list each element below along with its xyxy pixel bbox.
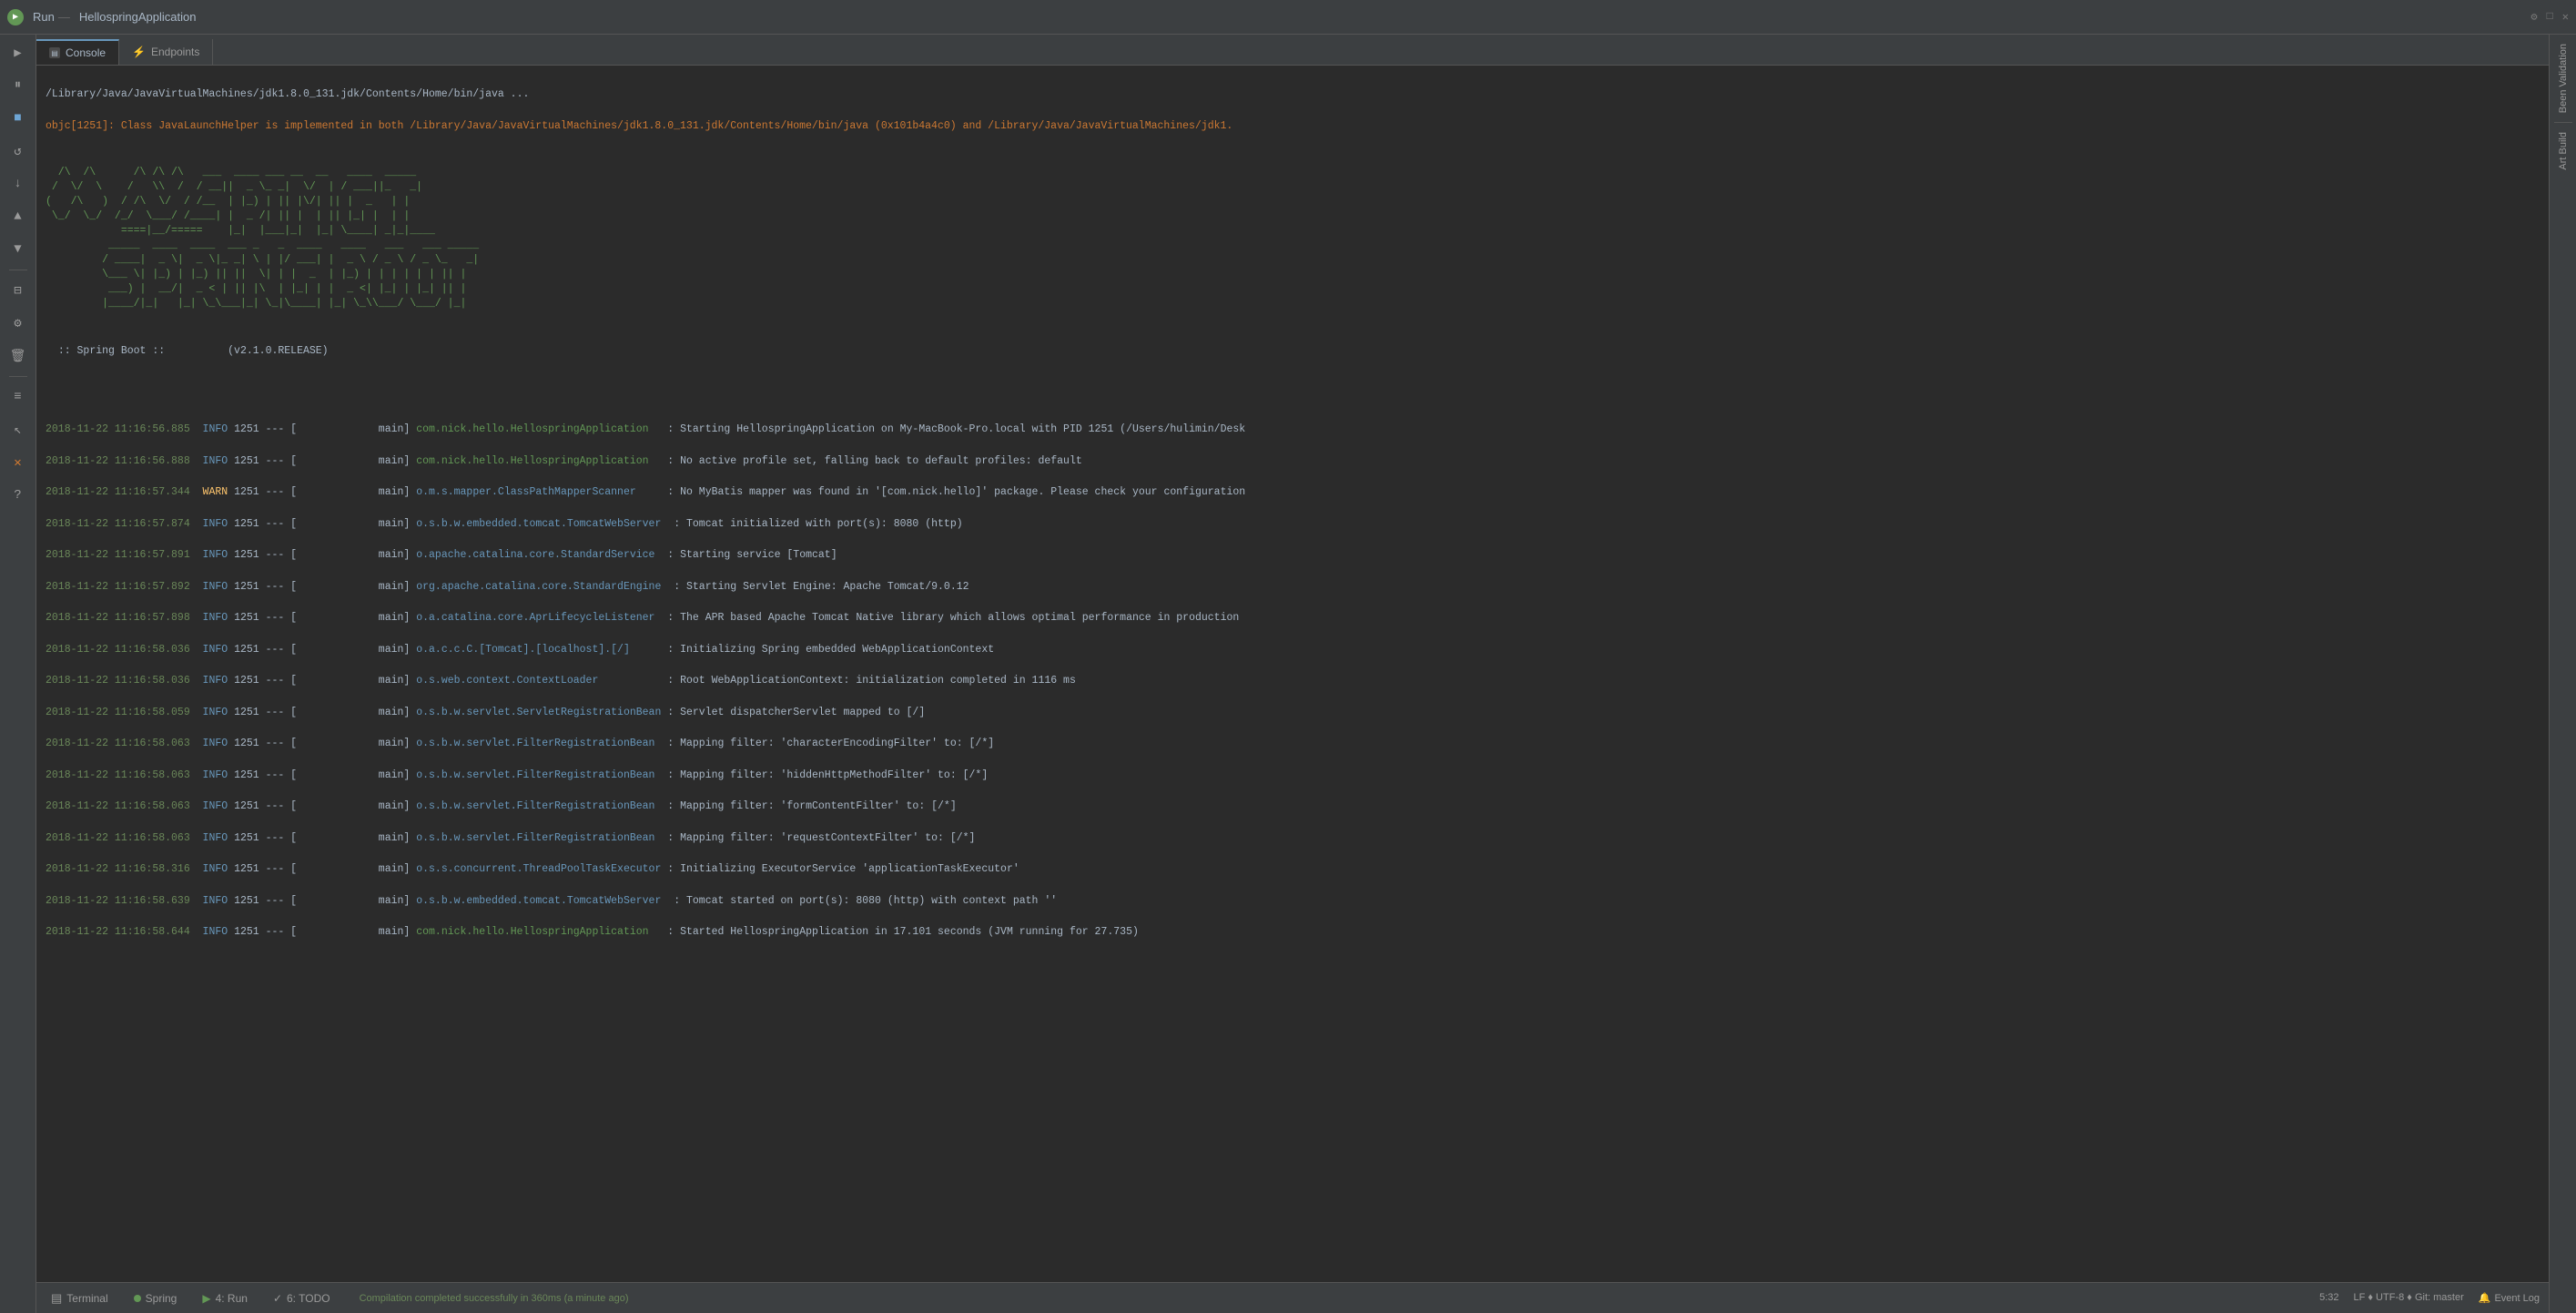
log-3: 2018-11-22 11:16:57.874 INFO 1251 --- [ … (46, 516, 2540, 532)
maximize-icon[interactable]: □ (2547, 10, 2553, 24)
sidebar-rerun-icon[interactable]: ↺ (4, 137, 33, 166)
tab-endpoints-label: Endpoints (151, 46, 199, 58)
log-6: 2018-11-22 11:16:57.898 INFO 1251 --- [ … (46, 610, 2540, 626)
console-icon: ▤ (49, 47, 60, 58)
app-icon: ▶ (7, 9, 24, 25)
status-text: Compilation completed successfully in 36… (360, 1293, 629, 1304)
log-12: 2018-11-22 11:16:58.063 INFO 1251 --- [ … (46, 799, 2540, 814)
terminal-tab[interactable]: ▤ Terminal (46, 1289, 114, 1308)
sidebar-clear-icon[interactable]: 🗑 (4, 341, 33, 371)
sidebar-up-icon[interactable]: ▲ (4, 202, 33, 231)
log-16: 2018-11-22 11:16:58.644 INFO 1251 --- [ … (46, 924, 2540, 940)
log-0: 2018-11-22 11:16:56.885 INFO 1251 --- [ … (46, 422, 2540, 437)
spring-boot-text: :: Spring Boot :: (58, 345, 165, 357)
run-play-icon: ▶ (202, 1292, 210, 1305)
run-tab[interactable]: ▶ 4: Run (197, 1290, 253, 1307)
minimize-icon[interactable]: ⚙ (2530, 10, 2537, 24)
log-14: 2018-11-22 11:16:58.316 INFO 1251 --- [ … (46, 861, 2540, 877)
spring-tab[interactable]: Spring (128, 1290, 183, 1307)
title-separator: — (58, 10, 70, 24)
log-9: 2018-11-22 11:16:58.059 INFO 1251 --- [ … (46, 705, 2540, 720)
terminal-label: Terminal (66, 1292, 107, 1305)
log-2: 2018-11-22 11:16:57.344 WARN 1251 --- [ … (46, 484, 2540, 500)
left-sidebar: ▶ ⏸ ■ ↺ ↓ ▲ ▼ ⊟ ⚙ 🗑 ≡ ↖ ✕ ? (0, 35, 36, 1313)
event-log-label: Event Log (2494, 1293, 2540, 1304)
sidebar-pause-icon[interactable]: ⏸ (4, 71, 33, 100)
bottom-bar: ▤ Terminal Spring ▶ 4: Run ✓ 6: TODO Com… (36, 1282, 2549, 1313)
todo-icon: ✓ (273, 1292, 282, 1305)
log-4: 2018-11-22 11:16:57.891 INFO 1251 --- [ … (46, 547, 2540, 563)
log-8: 2018-11-22 11:16:58.036 INFO 1251 --- [ … (46, 673, 2540, 688)
app-name: HellospringApplication (79, 10, 197, 24)
log-7: 2018-11-22 11:16:58.036 INFO 1251 --- [ … (46, 642, 2540, 657)
terminal-icon: ▤ (51, 1291, 62, 1306)
left-divider2 (9, 376, 27, 377)
sidebar-question-icon[interactable]: ? (4, 481, 33, 510)
todo-label: 6: TODO (287, 1292, 330, 1305)
event-log-button[interactable]: 🔔 Event Log (2479, 1292, 2540, 1304)
right-sidebar-validation[interactable]: Been Validation (2558, 38, 2569, 118)
header-line2: objc[1251]: Class JavaLaunchHelper is im… (46, 118, 2540, 134)
content-area: ▤ Console ⚡ Endpoints /Library/Java/Java… (36, 35, 2549, 1313)
app-title: Run (33, 10, 55, 24)
bottom-right: 5:32 LF ♦ UTF-8 ♦ Git: master 🔔 Event Lo… (2319, 1292, 2540, 1304)
tab-endpoints[interactable]: ⚡ Endpoints (119, 39, 213, 65)
bell-icon: 🔔 (2479, 1292, 2491, 1304)
tabs-bar: ▤ Console ⚡ Endpoints (36, 35, 2549, 66)
top-bar-right: ⚙ □ ✕ (2530, 10, 2569, 24)
git-info: LF ♦ UTF-8 ♦ Git: master (2354, 1292, 2464, 1304)
log-10: 2018-11-22 11:16:58.063 INFO 1251 --- [ … (46, 736, 2540, 751)
todo-tab[interactable]: ✓ 6: TODO (268, 1290, 336, 1307)
sidebar-down-icon[interactable]: ▼ (4, 235, 33, 264)
sidebar-cursor-icon[interactable]: ↖ (4, 415, 33, 444)
top-bar: ▶ Run — HellospringApplication ⚙ □ ✕ (0, 0, 2576, 35)
right-sidebar: Been Validation Art Build (2549, 35, 2576, 1313)
header-line1: /Library/Java/JavaVirtualMachines/jdk1.8… (46, 87, 2540, 102)
spring-version: (v2.1.0.RELEASE) (228, 345, 328, 357)
log-5: 2018-11-22 11:16:57.892 INFO 1251 --- [ … (46, 579, 2540, 595)
tab-console-label: Console (66, 46, 106, 59)
sidebar-filter-icon[interactable]: ⊟ (4, 276, 33, 305)
console-output[interactable]: /Library/Java/JavaVirtualMachines/jdk1.8… (36, 66, 2549, 1282)
sidebar-list-icon[interactable]: ≡ (4, 382, 33, 412)
right-divider (2554, 122, 2572, 123)
time-display: 5:32 (2319, 1292, 2338, 1304)
log-15: 2018-11-22 11:16:58.639 INFO 1251 --- [ … (46, 893, 2540, 909)
sidebar-close-icon[interactable]: ✕ (4, 448, 33, 477)
spring-ascii-art: /\ /\ /\ /\ /\ ___ ____ ___ __ __ ____ _… (46, 166, 2540, 312)
spring-boot-label: :: Spring Boot :: (v2.1.0.RELEASE) (46, 343, 2540, 359)
log-11: 2018-11-22 11:16:58.063 INFO 1251 --- [ … (46, 768, 2540, 783)
sidebar-scroll-down-icon[interactable]: ↓ (4, 169, 33, 198)
spring-dot-icon (134, 1295, 141, 1302)
sidebar-settings-icon[interactable]: ⚙ (4, 309, 33, 338)
log-1: 2018-11-22 11:16:56.888 INFO 1251 --- [ … (46, 453, 2540, 469)
sidebar-stop-icon[interactable]: ■ (4, 104, 33, 133)
log-13: 2018-11-22 11:16:58.063 INFO 1251 --- [ … (46, 830, 2540, 846)
tab-console[interactable]: ▤ Console (36, 39, 119, 65)
endpoints-icon: ⚡ (132, 46, 146, 58)
run-tab-label: 4: Run (216, 1292, 248, 1305)
right-sidebar-build[interactable]: Art Build (2558, 127, 2569, 176)
topbar-close-icon[interactable]: ✕ (2562, 10, 2569, 24)
main-layout: ▶ ⏸ ■ ↺ ↓ ▲ ▼ ⊟ ⚙ 🗑 ≡ ↖ ✕ ? ▤ Console ⚡ … (0, 35, 2576, 1313)
sidebar-play-icon[interactable]: ▶ (4, 38, 33, 67)
blank-line (46, 391, 2540, 406)
spring-label: Spring (146, 1292, 177, 1305)
